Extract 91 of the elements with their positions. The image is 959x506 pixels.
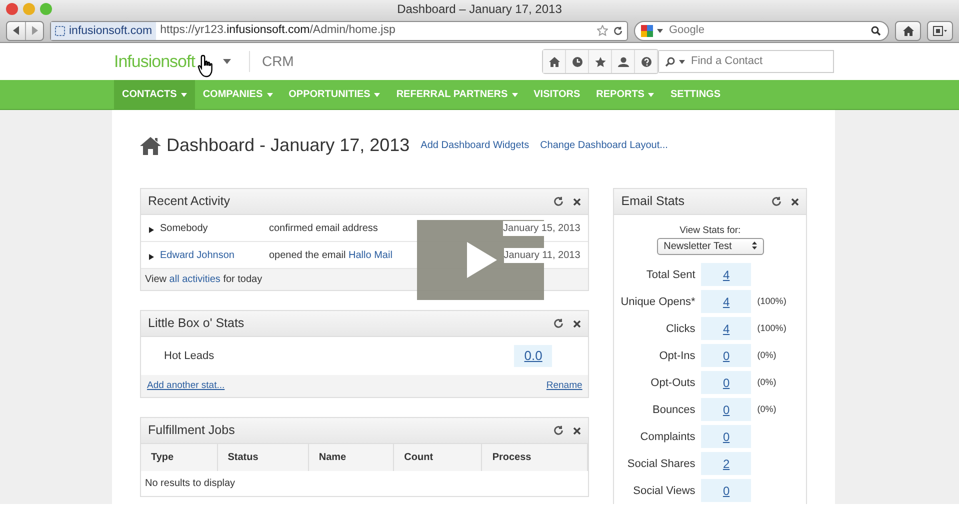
stat-label: Opt-Ins [658, 348, 696, 364]
add-stat-link[interactable]: Add another stat... [147, 378, 225, 394]
column-header[interactable]: Type [141, 444, 218, 471]
dashboard-link[interactable]: Add Dashboard Widgets [420, 138, 530, 153]
refresh-icon[interactable] [553, 318, 564, 329]
widget-title: Little Box o' Stats [148, 315, 244, 332]
column-header[interactable]: Process [482, 444, 588, 471]
contact-link[interactable]: Edward Johnson [160, 248, 234, 262]
stat-value[interactable]: 0 [701, 344, 752, 368]
stat-value[interactable]: 4 [701, 317, 752, 340]
dashboard-link[interactable]: Change Dashboard Layout... [540, 138, 668, 153]
app-name: CRM [248, 51, 294, 72]
stat-label: Social Shares [626, 456, 696, 472]
stat-percent: (0%) [756, 349, 776, 362]
window-title: Dashboard – January 17, 2013 [397, 2, 562, 16]
page-heading: Dashboard - January 17, 2013 [166, 134, 410, 157]
column-header[interactable]: Name [308, 444, 394, 471]
stat-label: Total Sent [645, 268, 696, 282]
stat-label: Bounces [651, 402, 696, 418]
footer-text: View [145, 273, 166, 287]
expand-icon[interactable] [149, 254, 154, 260]
search-icon[interactable] [665, 56, 675, 66]
stat-value[interactable]: 0.0 [514, 345, 552, 367]
address-bar[interactable]: infusionsoft.com https://yr123.infusionsoft.com/Admin/home.jsp [50, 20, 628, 40]
home-icon [902, 26, 914, 36]
person-icon[interactable] [612, 50, 635, 73]
updown-icon [752, 241, 757, 250]
close-icon[interactable] [791, 198, 799, 206]
email-select[interactable]: Newsletter Test [656, 238, 764, 256]
stat-label: Opt-Outs [650, 376, 696, 390]
search-box[interactable]: Google [634, 20, 889, 40]
star-icon[interactable] [596, 25, 608, 36]
stat-value[interactable]: 0 [701, 398, 752, 422]
url-text: https://yr123.infusionsoft.com/Admin/home.jsp [160, 22, 396, 38]
rename-link[interactable]: Rename [546, 378, 582, 394]
stat-label: Complaints [639, 430, 696, 444]
stat-value[interactable]: 4 [701, 263, 752, 286]
stat-percent: (0%) [756, 403, 776, 416]
footer-text: for today [223, 273, 262, 287]
activities-link[interactable]: all activities [169, 272, 220, 287]
activity-text: confirmed email address [269, 222, 378, 234]
bookmarks-icon [933, 26, 947, 36]
stat-value[interactable]: 2 [701, 452, 752, 476]
widget-title: Email Stats [621, 193, 685, 210]
widget-title: Fulfillment Jobs [148, 422, 235, 440]
contact-search-box[interactable]: Find a Contact [659, 50, 834, 73]
stat-label: Clicks [664, 322, 696, 336]
stat-percent: (100%) [756, 322, 786, 335]
contact-name: Somebody [160, 222, 208, 236]
google-icon [641, 24, 653, 36]
email-link[interactable]: Hallo Mail [348, 250, 392, 260]
stat-label: Unique Opens* [620, 294, 696, 310]
expand-icon[interactable] [149, 226, 154, 232]
reload-icon[interactable] [613, 26, 623, 36]
home-button[interactable] [895, 20, 921, 40]
video-overlay[interactable] [417, 220, 544, 300]
stat-value[interactable]: 0 [701, 425, 752, 448]
column-header[interactable]: Count [394, 444, 482, 471]
stat-label: Hot Leads [164, 348, 214, 364]
close-icon[interactable] [573, 426, 582, 434]
close-icon[interactable] [573, 198, 582, 206]
stat-percent: (100%) [756, 295, 786, 308]
bookmarks-button[interactable] [927, 20, 953, 40]
clock-icon[interactable] [566, 50, 589, 73]
home-icon[interactable] [543, 50, 566, 73]
stat-label: Social Views [632, 484, 696, 498]
close-icon[interactable] [573, 320, 582, 328]
activity-text: opened the email [269, 250, 346, 260]
activity-date: January 11, 2013 [504, 248, 580, 262]
close-window-icon[interactable] [6, 3, 18, 15]
stat-value[interactable]: 4 [701, 290, 752, 314]
stat-value[interactable]: 0 [701, 479, 752, 502]
caret-icon[interactable] [679, 60, 685, 64]
refresh-icon[interactable] [553, 425, 564, 436]
help-icon[interactable] [635, 50, 658, 73]
search-icon[interactable] [871, 26, 881, 36]
column-header[interactable]: Status [217, 444, 308, 471]
caret-icon[interactable] [657, 28, 663, 32]
stat-percent: (0%) [756, 376, 776, 389]
caret-icon[interactable] [222, 59, 231, 64]
widget-title: Recent Activity [148, 193, 230, 210]
site-icon [55, 26, 65, 36]
view-stats-label: View Stats for: [678, 224, 742, 238]
refresh-icon[interactable] [553, 196, 564, 207]
activity-date: January 15, 2013 [503, 220, 580, 236]
stat-value[interactable]: 0 [701, 371, 752, 394]
search-field[interactable]: Google [667, 21, 867, 40]
refresh-icon[interactable] [771, 196, 782, 207]
play-icon[interactable] [467, 242, 497, 278]
empty-message: No results to display [145, 478, 236, 489]
home-icon [140, 136, 161, 154]
